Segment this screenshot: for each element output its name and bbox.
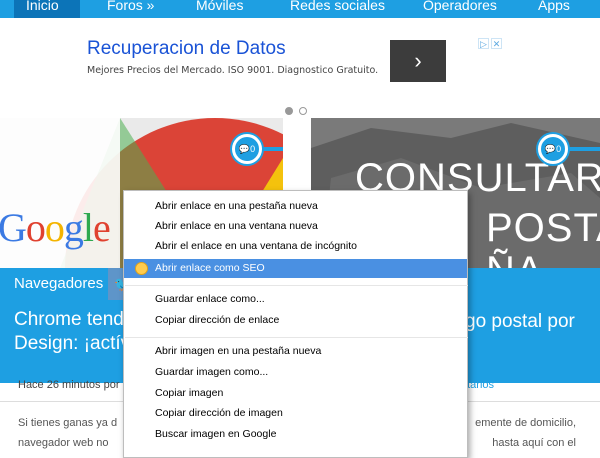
nav-item-redes-sociales[interactable]: Redes sociales bbox=[290, 0, 385, 18]
nav-label: Redes sociales bbox=[290, 0, 385, 13]
nav-label: Móviles bbox=[196, 0, 244, 13]
menu-separator bbox=[125, 337, 468, 338]
page: Inicio Foros » Móviles Redes sociales Op… bbox=[0, 0, 600, 458]
nav-item-foros[interactable]: Foros » bbox=[107, 0, 154, 18]
ad-banner[interactable]: Recuperacion de Datos Mejores Precios de… bbox=[75, 30, 515, 115]
menu-item-open-link-new-tab[interactable]: Abrir enlace en una pestaña nueva bbox=[124, 197, 467, 216]
article-title[interactable]: go postal por bbox=[465, 311, 575, 333]
menu-item-open-image-new-tab[interactable]: Abrir imagen en una pestaña nueva bbox=[124, 342, 467, 361]
menu-item-copy-link-address[interactable]: Copiar dirección de enlace bbox=[124, 311, 467, 330]
adchoices-icon[interactable]: ▷ bbox=[478, 38, 489, 49]
pager-dot-active[interactable] bbox=[285, 107, 293, 115]
nav-item-operadores[interactable]: Operadores bbox=[423, 0, 497, 18]
comment-count: 0 bbox=[250, 144, 256, 154]
menu-item-search-image-google[interactable]: Buscar imagen en Google bbox=[124, 425, 467, 444]
menu-item-label: Abrir enlace como SEO bbox=[155, 262, 265, 274]
nav-label: Apps bbox=[538, 0, 570, 13]
ad-next-button[interactable]: › bbox=[390, 40, 446, 82]
menu-item-copy-image-address[interactable]: Copiar dirección de imagen bbox=[124, 404, 467, 423]
pager-dot[interactable] bbox=[299, 107, 307, 115]
article-excerpt: emente de domicilio, hasta aquí con el bbox=[471, 413, 576, 453]
excerpt-line: hasta aquí con el bbox=[492, 437, 576, 449]
badge-line bbox=[567, 147, 600, 151]
comment-icon: 💬 bbox=[544, 143, 557, 154]
comment-count-badge[interactable]: 💬 0 bbox=[538, 134, 568, 164]
top-nav: Inicio Foros » Móviles Redes sociales Op… bbox=[0, 0, 600, 18]
menu-separator bbox=[125, 285, 468, 286]
nav-item-inicio[interactable]: Inicio bbox=[14, 0, 80, 18]
ad-pager bbox=[285, 107, 307, 115]
article-meta: Hace 26 minutos por bbox=[18, 379, 120, 391]
nav-label: Operadores bbox=[423, 0, 497, 13]
excerpt-line: navegador web no bbox=[18, 437, 109, 449]
excerpt-line: emente de domicilio, bbox=[475, 417, 576, 429]
nav-label: Inicio bbox=[26, 0, 59, 13]
close-icon[interactable]: ✕ bbox=[491, 38, 502, 49]
excerpt-line: ... bbox=[18, 453, 117, 458]
nav-item-apps[interactable]: Apps bbox=[538, 0, 570, 18]
image-text-line: ÑA bbox=[486, 249, 544, 268]
seo-extension-icon bbox=[135, 262, 148, 275]
menu-item-open-link-incognito[interactable]: Abrir el enlace en una ventana de incógn… bbox=[124, 237, 467, 256]
comment-count: 0 bbox=[556, 144, 562, 154]
comment-count-badge[interactable]: 💬 0 bbox=[232, 134, 262, 164]
comment-icon: 💬 bbox=[238, 143, 251, 154]
ad-description: Mejores Precios del Mercado. ISO 9001. D… bbox=[87, 65, 379, 76]
nav-item-moviles[interactable]: Móviles bbox=[196, 0, 243, 18]
menu-item-save-link-as[interactable]: Guardar enlace como... bbox=[124, 290, 467, 309]
ad-title[interactable]: Recuperacion de Datos bbox=[87, 38, 286, 60]
menu-item-copy-image[interactable]: Copiar imagen bbox=[124, 384, 467, 403]
context-menu: Abrir enlace en una pestaña nueva Abrir … bbox=[123, 190, 468, 458]
menu-item-save-image-as[interactable]: Guardar imagen como... bbox=[124, 363, 467, 382]
article-excerpt: Si tienes ganas ya d navegador web no ..… bbox=[18, 413, 117, 458]
image-text-line: POSTAL bbox=[486, 206, 600, 250]
category-tag[interactable]: Navegadores bbox=[0, 268, 119, 300]
nav-label: Foros » bbox=[107, 0, 155, 13]
google-logo-text: Google bbox=[0, 205, 111, 250]
menu-item-open-link-new-window[interactable]: Abrir enlace en una ventana nueva bbox=[124, 217, 467, 236]
chevron-right-icon: › bbox=[414, 48, 422, 73]
excerpt-line: Si tienes ganas ya d bbox=[18, 417, 118, 429]
ad-choices[interactable]: ▷ ✕ bbox=[478, 38, 502, 49]
menu-item-open-link-as-seo[interactable]: Abrir enlace como SEO bbox=[124, 259, 467, 278]
